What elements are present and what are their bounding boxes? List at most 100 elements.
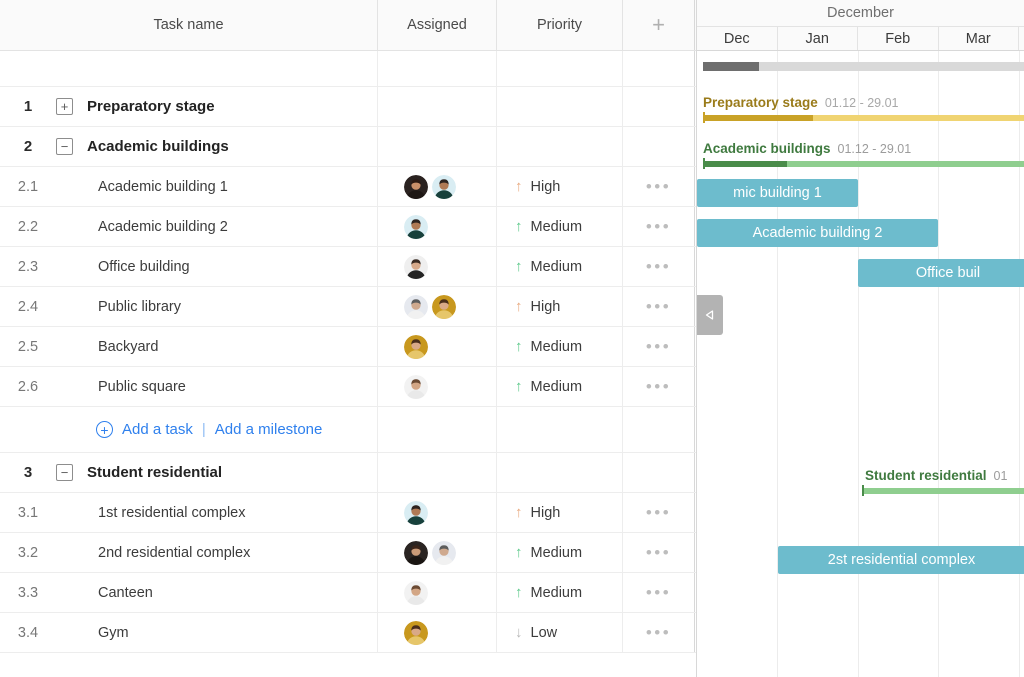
table-row[interactable]: 3.1 1st residential complex ↑ High ••• <box>0 493 696 533</box>
table-row[interactable]: 3.3 Canteen ↑ Medium ••• <box>0 573 696 613</box>
cell-assigned[interactable] <box>378 367 497 406</box>
gantt-timeline[interactable]: December Dec Jan Feb Mar Preparatory sta… <box>696 0 1024 677</box>
gantt-bar-office-building[interactable]: Office buil <box>858 259 1024 287</box>
task-name-label[interactable]: Gym <box>98 625 129 641</box>
timeline-column-feb[interactable]: Feb <box>858 27 939 50</box>
task-name-label[interactable]: Office building <box>98 259 190 275</box>
task-name-label[interactable]: Academic building 2 <box>98 219 228 235</box>
cell-priority[interactable]: ↑ High <box>497 493 623 532</box>
column-header-assigned[interactable]: Assigned <box>378 0 497 50</box>
table-body: 1 + Preparatory stage 2 − Academic build… <box>0 51 696 653</box>
timeline-canvas[interactable]: Preparatory stage 01.12 - 29.01 Academic … <box>697 51 1024 677</box>
gantt-bar-label: 2st residential complex <box>827 552 976 568</box>
table-row[interactable]: 2.3 Office building ↑ Medium ••• <box>0 247 696 287</box>
row-menu-button[interactable]: ••• <box>646 218 671 235</box>
gantt-bar-2st-residential-complex[interactable]: 2st residential complex <box>778 546 1024 574</box>
cell-priority[interactable]: ↑ Medium <box>497 573 623 612</box>
timeline-column-jan[interactable]: Jan <box>778 27 858 50</box>
avatar[interactable] <box>432 294 456 319</box>
table-row[interactable]: 2.1 Academic building 1 ↑ High ••• <box>0 167 696 207</box>
row-menu-button[interactable]: ••• <box>646 378 671 395</box>
cell-priority[interactable]: ↑ Medium <box>497 327 623 366</box>
task-name-label[interactable]: 2nd residential complex <box>98 545 250 561</box>
table-row[interactable]: 3 − Student residential <box>0 453 696 493</box>
avatar[interactable] <box>404 254 428 279</box>
cell-task-name: 1 + Preparatory stage <box>0 87 378 126</box>
cell-assigned[interactable] <box>378 327 497 366</box>
cell-assigned[interactable] <box>378 453 497 492</box>
cell-priority[interactable] <box>497 453 623 492</box>
task-name-label[interactable]: Public square <box>98 379 186 395</box>
avatar[interactable] <box>404 174 428 199</box>
cell-assigned[interactable] <box>378 127 497 166</box>
cell-more: ••• <box>623 327 695 366</box>
row-menu-button[interactable]: ••• <box>646 338 671 355</box>
avatar[interactable] <box>404 294 428 319</box>
cell-priority[interactable]: ↑ Medium <box>497 533 623 572</box>
task-name-label[interactable]: Public library <box>98 299 181 315</box>
cell-assigned[interactable] <box>378 207 497 246</box>
task-name-label[interactable]: Academic building 1 <box>98 179 228 195</box>
table-row[interactable]: 3.2 2nd residential complex ↑ Medium ••• <box>0 533 696 573</box>
avatar[interactable] <box>404 580 428 605</box>
timeline-column-dec[interactable]: Dec <box>697 27 778 50</box>
cell-priority[interactable]: ↑ Medium <box>497 207 623 246</box>
cell-assigned[interactable] <box>378 247 497 286</box>
avatar[interactable] <box>404 620 428 645</box>
cell-priority[interactable]: ↑ Medium <box>497 247 623 286</box>
cell-priority[interactable] <box>497 87 623 126</box>
table-row[interactable]: 2.2 Academic building 2 ↑ Medium ••• <box>0 207 696 247</box>
avatar[interactable] <box>404 540 428 565</box>
avatar[interactable] <box>404 334 428 359</box>
task-name-label[interactable]: 1st residential complex <box>98 505 246 521</box>
cell-assigned[interactable] <box>378 613 497 652</box>
cell-assigned[interactable] <box>378 87 497 126</box>
task-name-label[interactable]: Backyard <box>98 339 158 355</box>
row-menu-button[interactable]: ••• <box>646 624 671 641</box>
collapse-icon[interactable]: − <box>56 464 73 481</box>
table-row[interactable]: 3.4 Gym ↓ Low ••• <box>0 613 696 653</box>
cell-priority[interactable]: ↑ High <box>497 287 623 326</box>
table-row[interactable]: 2.4 Public library ↑ High ••• <box>0 287 696 327</box>
add-milestone-link[interactable]: Add a milestone <box>215 421 323 438</box>
cell-assigned[interactable] <box>378 167 497 206</box>
table-row[interactable]: 2 − Academic buildings <box>0 127 696 167</box>
row-wbs: 3 <box>23 464 33 481</box>
row-menu-button[interactable]: ••• <box>646 178 671 195</box>
row-menu-button[interactable]: ••• <box>646 298 671 315</box>
avatar[interactable] <box>432 174 456 199</box>
cell-priority[interactable]: ↑ Medium <box>497 367 623 406</box>
cell-assigned[interactable] <box>378 533 497 572</box>
collapse-icon[interactable]: − <box>56 138 73 155</box>
table-row[interactable]: 1 + Preparatory stage <box>0 87 696 127</box>
row-menu-button[interactable]: ••• <box>646 584 671 601</box>
cell-priority[interactable]: ↑ High <box>497 167 623 206</box>
add-task-link[interactable]: Add a task <box>122 421 193 438</box>
priority-label: Medium <box>530 584 583 601</box>
add-column-button[interactable]: + <box>623 0 695 50</box>
cell-assigned[interactable] <box>378 493 497 532</box>
gantt-bar-academic-building-2[interactable]: Academic building 2 <box>697 219 938 247</box>
column-header-priority[interactable]: Priority <box>497 0 623 50</box>
summary-bar-student-residential[interactable] <box>862 488 1024 494</box>
cell-assigned[interactable] <box>378 573 497 612</box>
plus-circle-icon[interactable]: + <box>96 421 113 438</box>
cell-priority[interactable]: ↓ Low <box>497 613 623 652</box>
cell-priority[interactable] <box>497 127 623 166</box>
column-header-task-name[interactable]: Task name <box>0 0 378 50</box>
timeline-column-mar[interactable]: Mar <box>939 27 1019 50</box>
collapse-panel-handle[interactable] <box>697 295 723 335</box>
row-menu-button[interactable]: ••• <box>646 544 671 561</box>
gantt-bar-academic-building-1[interactable]: mic building 1 <box>697 179 858 207</box>
avatar[interactable] <box>432 540 456 565</box>
table-row[interactable]: 2.5 Backyard ↑ Medium ••• <box>0 327 696 367</box>
avatar[interactable] <box>404 500 428 525</box>
task-name-label[interactable]: Canteen <box>98 585 153 601</box>
avatar[interactable] <box>404 214 428 239</box>
table-row[interactable]: 2.6 Public square ↑ Medium ••• <box>0 367 696 407</box>
avatar[interactable] <box>404 374 428 399</box>
expand-icon[interactable]: + <box>56 98 73 115</box>
row-menu-button[interactable]: ••• <box>646 258 671 275</box>
row-menu-button[interactable]: ••• <box>646 504 671 521</box>
cell-assigned[interactable] <box>378 287 497 326</box>
